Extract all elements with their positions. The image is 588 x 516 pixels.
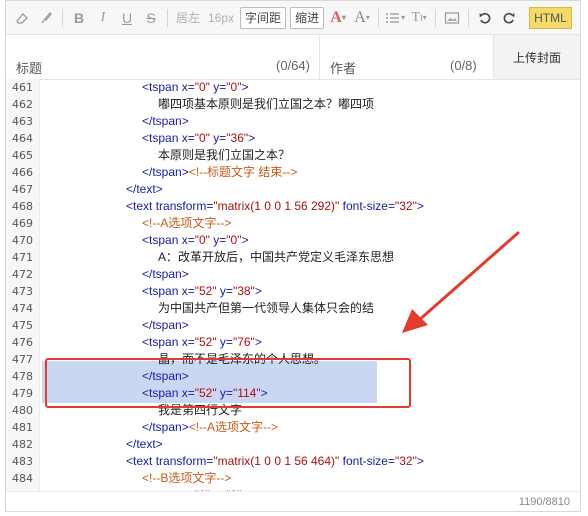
code-text: 为中国共产但第一代领导人集体只会的结	[158, 301, 375, 315]
line-number: 478	[12, 370, 33, 383]
html-source-editor[interactable]: 461 <tspan x="0" y="0"> 462 嘟四项基本原则是我们立国之本？…	[6, 79, 580, 491]
undo-icon[interactable]	[475, 7, 495, 29]
format-brush-icon[interactable]	[36, 7, 56, 29]
line-number: 479	[12, 387, 33, 400]
html-mode-button[interactable]: HTML	[529, 6, 572, 29]
code-text: A：改革开放后，中国共产党定义毛泽东思想	[158, 250, 395, 264]
text-style-icon[interactable]: T I ▾	[409, 7, 429, 29]
toolbar-divider	[435, 8, 437, 27]
line-number: 482	[12, 438, 33, 451]
code-line[interactable]: 464 <tspan x="0" y="36">	[6, 130, 580, 147]
code-text: </text>	[126, 182, 163, 196]
line-number: 481	[12, 421, 33, 434]
code-line[interactable]: 468 <text transform="matrix(1 0 0 1 56 29…	[6, 198, 580, 215]
code-text: </tspan>	[142, 114, 189, 128]
code-text: <tspan x="0" y="0">	[142, 80, 249, 94]
highlight-annotation-box	[45, 358, 411, 408]
status-bar: 1190/8810	[6, 491, 580, 511]
eraser-icon[interactable]	[12, 7, 32, 29]
line-number: 472	[12, 268, 33, 281]
line-number: 480	[12, 404, 33, 417]
align-left-button[interactable]: 居左	[174, 7, 202, 29]
line-number: 462	[12, 98, 33, 111]
code-line[interactable]: 462 嘟四项基本原则是我们立国之本？嘟四项	[6, 96, 580, 113]
line-number: 463	[12, 115, 33, 128]
code-line[interactable]: 465 本原则是我们立国之本？	[6, 147, 580, 164]
code-line[interactable]: 481 </tspan><!--A选项文字-->	[6, 419, 580, 436]
code-line[interactable]: 466 </tspan><!--标题文字 结束-->	[6, 164, 580, 181]
font-color-button[interactable]: A ▾	[328, 7, 348, 29]
indent-button[interactable]: 缩进	[290, 6, 325, 29]
redo-icon[interactable]	[499, 7, 519, 29]
code-line[interactable]: 461 <tspan x="0" y="0">	[6, 79, 580, 96]
italic-icon[interactable]: I	[93, 7, 113, 29]
code-text: <!--B选项文字-->	[142, 471, 232, 485]
upload-cover-button[interactable]: 上传封面	[494, 35, 580, 79]
line-number: 477	[12, 353, 33, 366]
toolbar-divider	[62, 8, 63, 27]
code-text: 嘟四项基本原则是我们立国之本？嘟四项	[158, 97, 375, 111]
code-text: <text transform="matrix(1 0 0 1 56 292)"…	[126, 199, 424, 213]
code-text: </tspan>	[142, 318, 189, 332]
line-number: 467	[12, 183, 33, 196]
code-text: <tspan x="0" y="0">	[142, 233, 249, 247]
strikethrough-icon[interactable]: S	[141, 7, 161, 29]
image-icon[interactable]	[442, 7, 462, 29]
editor-toolbar: B I U S 居左 16px 字间距 缩进 A ▾ A ▾ ▾ T I ▾ HTML	[6, 1, 580, 35]
line-number: 475	[12, 319, 33, 332]
toolbar-divider	[167, 8, 168, 27]
line-number: 470	[12, 234, 33, 247]
line-number: 465	[12, 149, 33, 162]
underline-icon[interactable]: U	[117, 7, 137, 29]
editor-frame: B I U S 居左 16px 字间距 缩进 A ▾ A ▾ ▾ T I ▾ HTML …	[5, 0, 581, 512]
line-number: 466	[12, 166, 33, 179]
code-text: </tspan>	[142, 267, 189, 281]
line-number: 468	[12, 200, 33, 213]
code-line[interactable]: 482 </text>	[6, 436, 580, 453]
line-number: 469	[12, 217, 33, 230]
background-color-button[interactable]: A ▾	[352, 7, 372, 29]
code-text: <tspan x="52" y="76">	[142, 335, 262, 349]
code-text: <text transform="matrix(1 0 0 1 56 464)"…	[126, 454, 424, 468]
line-number: 471	[12, 251, 33, 264]
code-text: 本原则是我们立国之本？	[158, 148, 291, 162]
toolbar-divider	[378, 8, 380, 27]
code-text: <tspan x="0" y="36">	[142, 131, 256, 145]
code-text: </tspan><!--标题文字 结束-->	[142, 165, 298, 179]
character-count: 1190/8810	[518, 496, 570, 508]
code-line[interactable]: 467 </text>	[6, 181, 580, 198]
toolbar-divider	[468, 8, 470, 27]
code-line[interactable]: 483 <text transform="matrix(1 0 0 1 56 46…	[6, 453, 580, 470]
meta-header: 标题 (0/64) 作者 (0/8) 上传封面	[6, 35, 580, 80]
code-text: </tspan><!--A选项文字-->	[142, 420, 279, 434]
line-number: 473	[12, 285, 33, 298]
line-number: 484	[12, 472, 33, 485]
code-text: </text>	[126, 437, 163, 451]
code-text: <!--A选项文字-->	[142, 216, 232, 230]
line-number: 464	[12, 132, 33, 145]
code-line[interactable]: 463 </tspan>	[6, 113, 580, 130]
header-divider	[319, 35, 320, 79]
background-color-icon: A	[354, 8, 366, 26]
bold-icon[interactable]: B	[69, 7, 89, 29]
font-size-select[interactable]: 16px	[206, 7, 236, 29]
letter-spacing-button[interactable]: 字间距	[240, 6, 287, 29]
font-color-icon: A	[330, 8, 342, 26]
line-number: 476	[12, 336, 33, 349]
line-number: 483	[12, 455, 33, 468]
code-text: <tspan x="52" y="38">	[142, 284, 262, 298]
line-number: 461	[12, 81, 33, 94]
list-icon[interactable]: ▾	[385, 7, 405, 29]
line-number: 474	[12, 302, 33, 315]
code-line[interactable]: 484 <!--B选项文字-->	[6, 470, 580, 487]
annotation-arrow	[402, 231, 520, 333]
